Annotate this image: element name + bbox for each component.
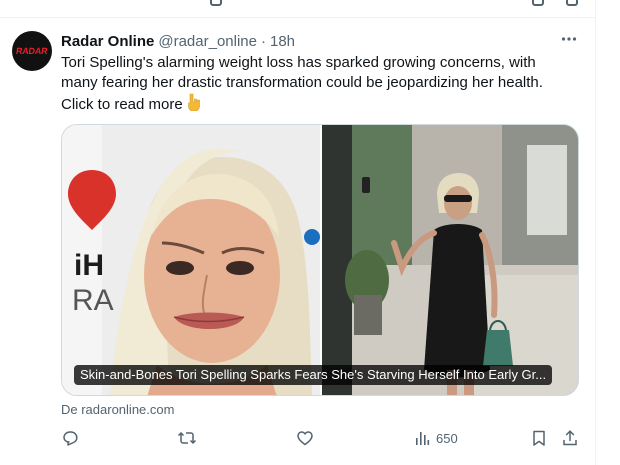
retweet-icon [177, 429, 197, 447]
more-options-button[interactable] [560, 32, 578, 50]
tweet[interactable]: RADAR Radar Online @radar_online · 18h T… [0, 19, 596, 465]
more-dots-icon [560, 30, 578, 53]
avatar-logo: RADAR [15, 46, 49, 56]
previous-share-icon[interactable] [566, 0, 578, 6]
views-count: 650 [436, 430, 458, 446]
reply-icon [61, 429, 79, 447]
svg-text:iH: iH [74, 249, 104, 282]
tweet-actions: 650 [61, 425, 584, 451]
tweet-text: Tori Spelling's alarming weight loss has… [61, 53, 576, 117]
share-icon [561, 429, 579, 447]
retweet-button[interactable] [177, 425, 197, 451]
previous-views-icon[interactable] [210, 0, 222, 6]
previous-tweet-actions [0, 0, 596, 18]
like-icon [296, 429, 314, 447]
views-button[interactable]: 650 [414, 425, 458, 451]
pointing-down-hand-icon [185, 93, 201, 117]
like-button[interactable] [296, 425, 314, 451]
author-name[interactable]: Radar Online [61, 33, 154, 50]
author-handle[interactable]: @radar_online [158, 33, 257, 50]
tweet-header: Radar Online @radar_online · 18h [61, 31, 295, 51]
bookmark-icon [531, 429, 547, 447]
timeline-column: RADAR Radar Online @radar_online · 18h T… [0, 0, 596, 465]
portrait-image: iH RA [62, 125, 320, 395]
card-title[interactable]: Skin-and-Bones Tori Spelling Sparks Fear… [74, 365, 553, 385]
avatar[interactable]: RADAR [12, 31, 52, 71]
reply-button[interactable] [61, 425, 79, 451]
previous-bookmark-icon[interactable] [532, 0, 544, 6]
views-icon [414, 429, 430, 447]
header-separator: · [260, 32, 266, 50]
tweet-timestamp[interactable]: 18h [270, 33, 295, 50]
street-photo-image [322, 125, 578, 395]
svg-text:RA: RA [72, 284, 114, 317]
media-card[interactable]: iH RA Skin-and-Bones Tori Spelling Spark… [61, 124, 579, 396]
share-button[interactable] [561, 425, 579, 451]
tweet-body: Tori Spelling's alarming weight loss has… [61, 54, 543, 113]
card-source-link[interactable]: De radaronline.com [61, 402, 174, 417]
bookmark-button[interactable] [531, 425, 547, 451]
